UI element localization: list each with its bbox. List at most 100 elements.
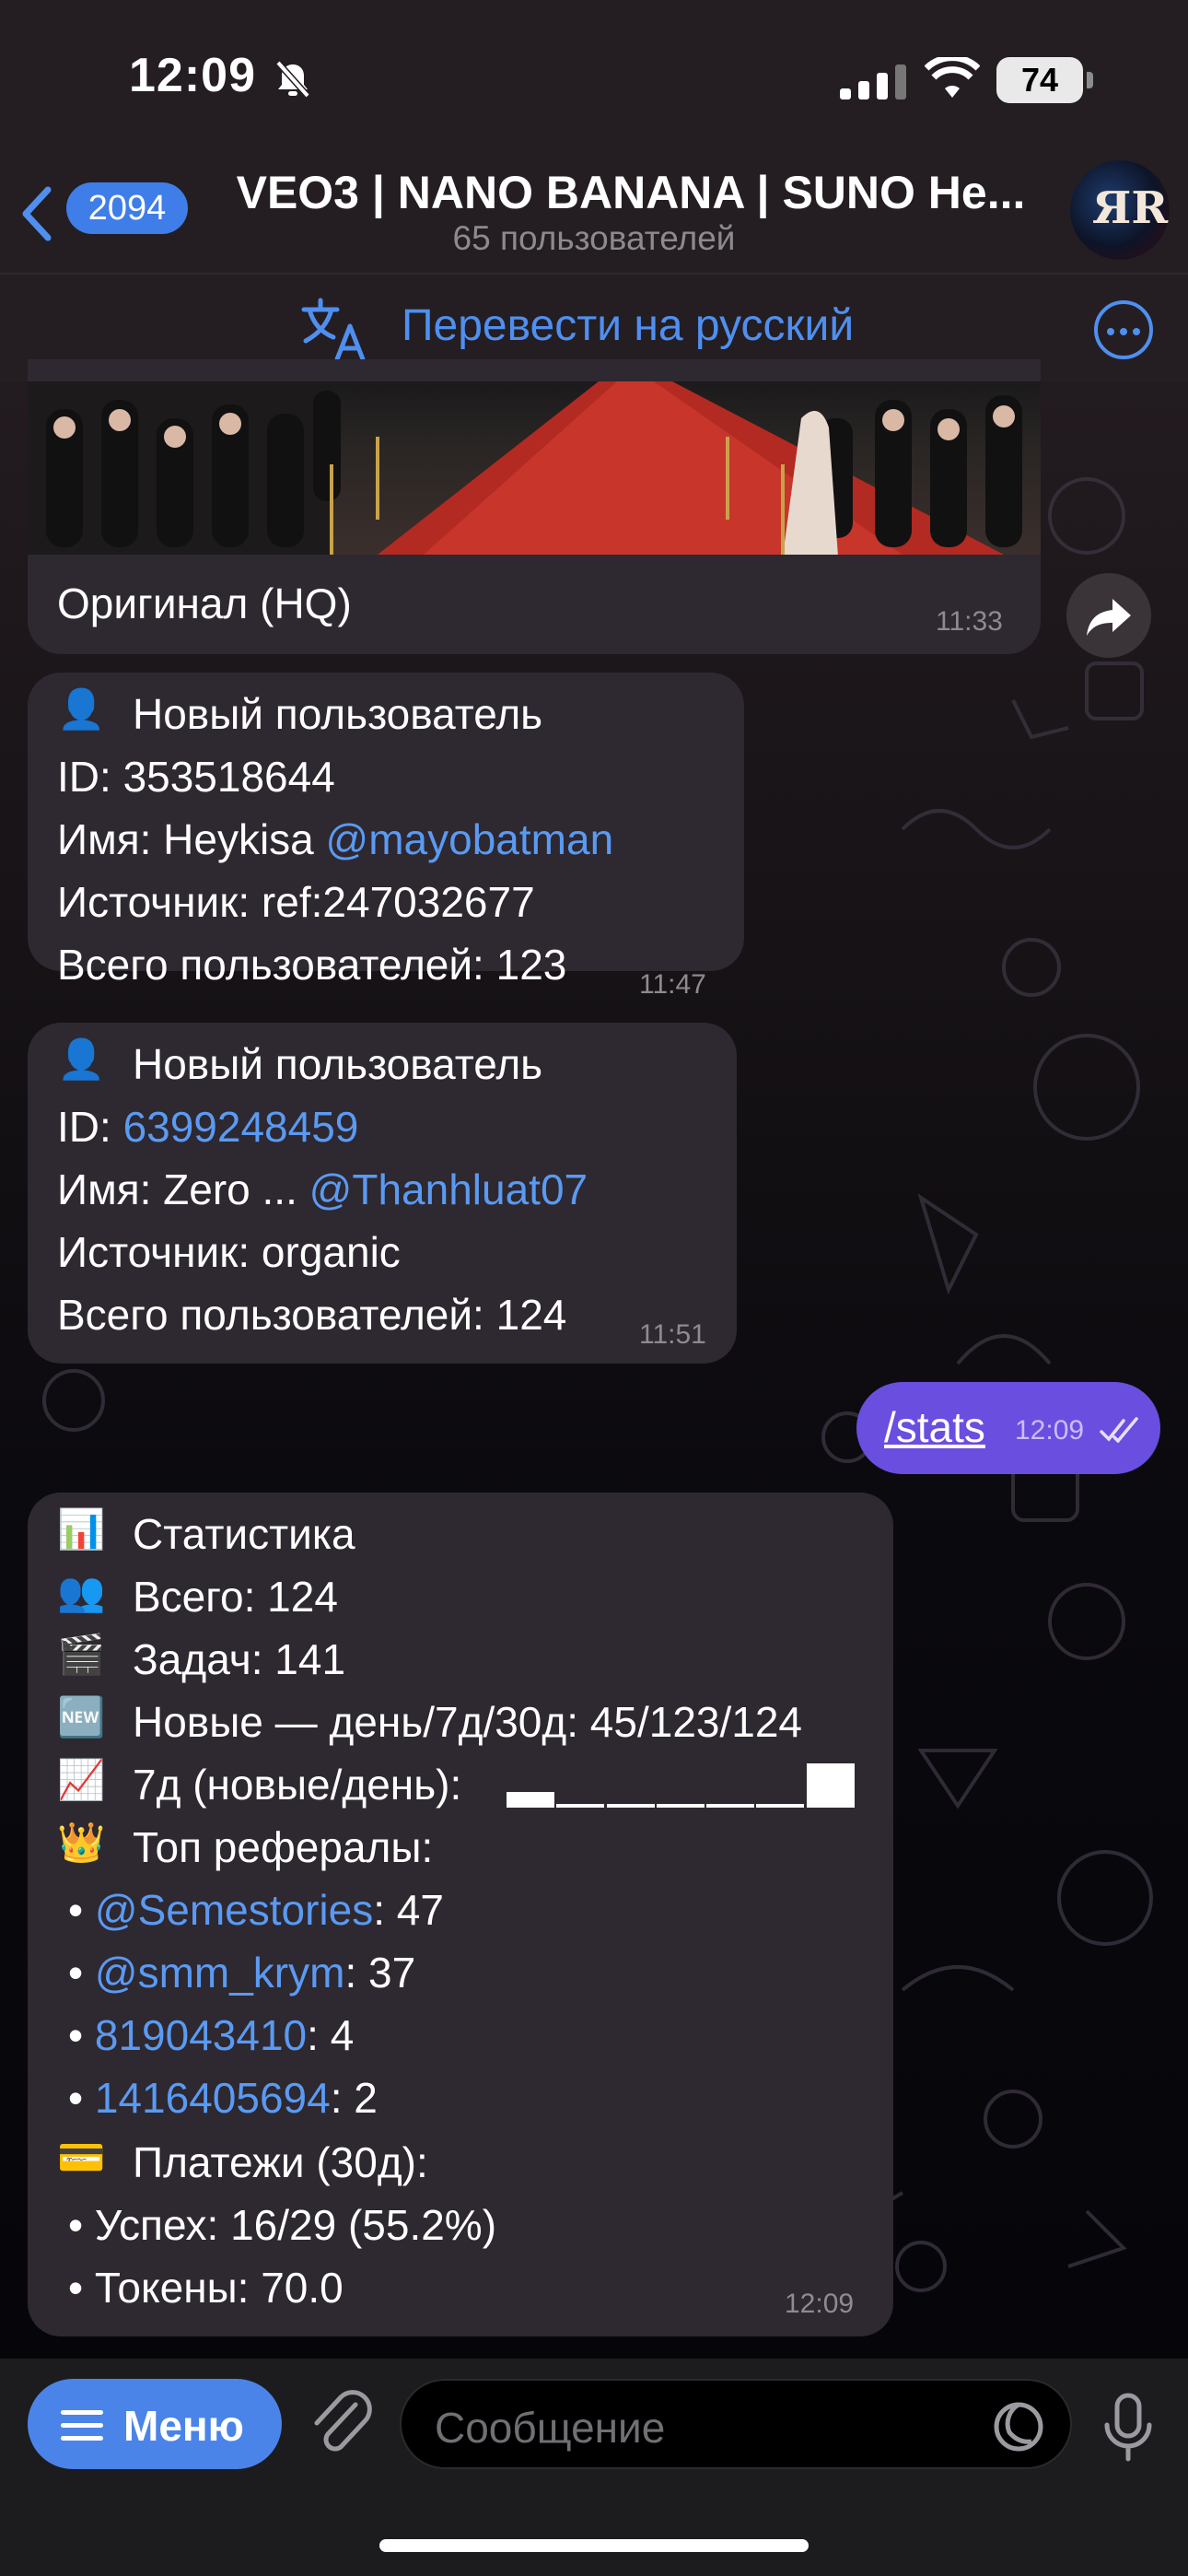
message-time: 12:09 — [1015, 1415, 1085, 1446]
source-line: Источник: ref:247032677 — [57, 878, 535, 926]
stats-line-icon: 📊 — [57, 1507, 106, 1551]
paperclip-icon[interactable] — [308, 2386, 374, 2460]
chat-member-count[interactable]: 65 пользователей — [230, 219, 958, 258]
message-time: 11:47 — [639, 969, 706, 1000]
sparkline-bar — [507, 1792, 554, 1808]
stats-line-text: Всего: 124 — [133, 1573, 338, 1621]
microphone-icon[interactable] — [1100, 2392, 1157, 2465]
source-line: Источник: organic — [57, 1228, 401, 1276]
stats-line-text: Топ рефералы: — [133, 1823, 434, 1871]
stats-line-icon: 🆕 — [57, 1695, 106, 1739]
stats-line-icon: 👑 — [57, 1821, 106, 1864]
sparkline-bar — [556, 1804, 604, 1808]
id-value: 353518644 — [122, 753, 335, 801]
chevron-left-icon[interactable] — [18, 184, 55, 243]
wifi-icon — [925, 57, 980, 98]
chat-header: 2094 VEO3 | NANO BANANA | SUNO Не... 65 … — [0, 157, 1188, 272]
message-time: 11:33 — [936, 606, 1003, 637]
sparkline-bars — [507, 1760, 856, 1811]
chat-title[interactable]: VEO3 | NANO BANANA | SUNO Не... — [230, 166, 1031, 219]
referral-link[interactable]: @Semestories — [95, 1886, 373, 1934]
message-time: 11:51 — [639, 1319, 706, 1350]
referral-item: • @Semestories: 47 — [68, 1885, 444, 1935]
avatar-logo-text: ЯR — [1092, 182, 1169, 234]
cellular-signal-icon — [840, 64, 906, 100]
stats-message[interactable]: 📊 Статистика 👥 Всего: 124 🎬 Задач: 141 🆕 Новые … — [28, 1493, 893, 2336]
stats-line-text: Новые — день/7д/30д: 45/123/124 — [133, 1698, 803, 1746]
name-label: Имя: Zero ... — [57, 1165, 309, 1213]
sparkline-bar — [706, 1804, 754, 1808]
id-link[interactable]: 6399248459 — [123, 1103, 359, 1151]
stats-line-icon: 📈 — [57, 1758, 106, 1801]
id-label: ID: — [57, 1103, 123, 1151]
id-label: ID: — [57, 753, 123, 801]
double-check-icon — [1100, 1417, 1138, 1443]
user-icon: 👤 — [57, 687, 106, 731]
sparkline-bar — [607, 1804, 655, 1808]
new-user-message[interactable]: 👤 Новый пользователь ID: 353518644 Имя: … — [28, 673, 744, 1000]
bell-off-icon — [275, 60, 310, 99]
message-input[interactable]: Сообщение — [400, 2379, 1072, 2469]
total-users-line: Всего пользователей: 123 — [57, 941, 567, 989]
outgoing-command-message[interactable]: /stats 12:09 — [856, 1382, 1160, 1474]
translate-button[interactable]: Перевести на русский — [402, 300, 854, 351]
status-bar: 12:09 74 — [0, 0, 1188, 157]
referral-count: : 37 — [344, 1949, 416, 1996]
referral-count: : 4 — [307, 2011, 355, 2059]
battery-cap — [1087, 72, 1093, 88]
video-thumbnail[interactable] — [28, 381, 1041, 555]
more-options-button[interactable] — [1094, 300, 1153, 359]
message-placeholder: Сообщение — [435, 2404, 666, 2452]
menu-label: Меню — [123, 2402, 244, 2450]
username-link[interactable]: @mayobatman — [326, 815, 614, 863]
translate-icon[interactable] — [297, 295, 370, 365]
stats-line-text: Статистика — [133, 1510, 355, 1558]
command-link[interactable]: /stats — [884, 1402, 985, 1452]
total-users-line: Всего пользователей: 124 — [57, 1291, 567, 1339]
sparkline-bar — [807, 1763, 855, 1808]
sticker-icon[interactable] — [991, 2399, 1046, 2454]
referral-link[interactable]: @smm_krym — [95, 1949, 345, 1996]
red-carpet-image — [28, 381, 1022, 555]
message-time: 12:09 — [785, 2289, 855, 2319]
menu-button[interactable]: Меню — [28, 2379, 282, 2469]
chat-avatar[interactable]: ЯR — [1070, 160, 1170, 260]
status-time: 12:09 — [129, 49, 256, 102]
bullet: • — [68, 2074, 95, 2122]
user-name-line: Имя: Heykisa @mayobatman — [57, 814, 613, 864]
sparkline-bar — [756, 1804, 804, 1808]
stats-line-icon: 👥 — [57, 1570, 106, 1613]
forward-button[interactable] — [1066, 573, 1151, 658]
message-title: Новый пользователь — [133, 690, 543, 738]
unread-count-badge[interactable]: 2094 — [66, 182, 188, 234]
new-user-message[interactable]: 👤 Новый пользователь ID: 6399248459 Имя:… — [28, 1023, 737, 1364]
payments-success: • Успех: 16/29 (55.2%) — [68, 2201, 497, 2249]
stats-line-text: Задач: 141 — [133, 1635, 346, 1683]
payments-tokens: • Токены: 70.0 — [68, 2264, 344, 2312]
referral-item: • 819043410: 4 — [68, 2010, 354, 2060]
sparkline — [507, 1760, 856, 1811]
referral-count: : 47 — [373, 1886, 444, 1934]
name-label: Имя: Heykisa — [57, 815, 326, 863]
user-id-line: ID: 353518644 — [57, 752, 335, 802]
credit-card-icon: 💳 — [57, 2136, 106, 2179]
bullet: • — [68, 1949, 95, 1996]
sparkline-bar — [657, 1804, 705, 1808]
username-link[interactable]: @Thanhluat07 — [309, 1165, 588, 1213]
bullet: • — [68, 1886, 95, 1934]
user-icon: 👤 — [57, 1037, 106, 1081]
referral-link[interactable]: 1416405694 — [95, 2074, 331, 2122]
message-title: Новый пользователь — [133, 1040, 543, 1088]
menu-lines-icon — [61, 2410, 103, 2449]
user-name-line: Имя: Zero ... @Thanhluat07 — [57, 1165, 588, 1214]
referral-link[interactable]: 819043410 — [95, 2011, 307, 2059]
home-indicator[interactable] — [379, 2539, 809, 2552]
referral-item: • @smm_krym: 37 — [68, 1948, 415, 1997]
share-arrow-icon — [1087, 599, 1131, 636]
bullet: • — [68, 2011, 95, 2059]
stats-line-icon: 🎬 — [57, 1633, 106, 1676]
video-caption: Оригинал (HQ) — [57, 580, 352, 627]
battery-indicator: 74 — [996, 57, 1083, 103]
user-id-line: ID: 6399248459 — [57, 1102, 358, 1152]
referral-count: : 2 — [330, 2074, 378, 2122]
